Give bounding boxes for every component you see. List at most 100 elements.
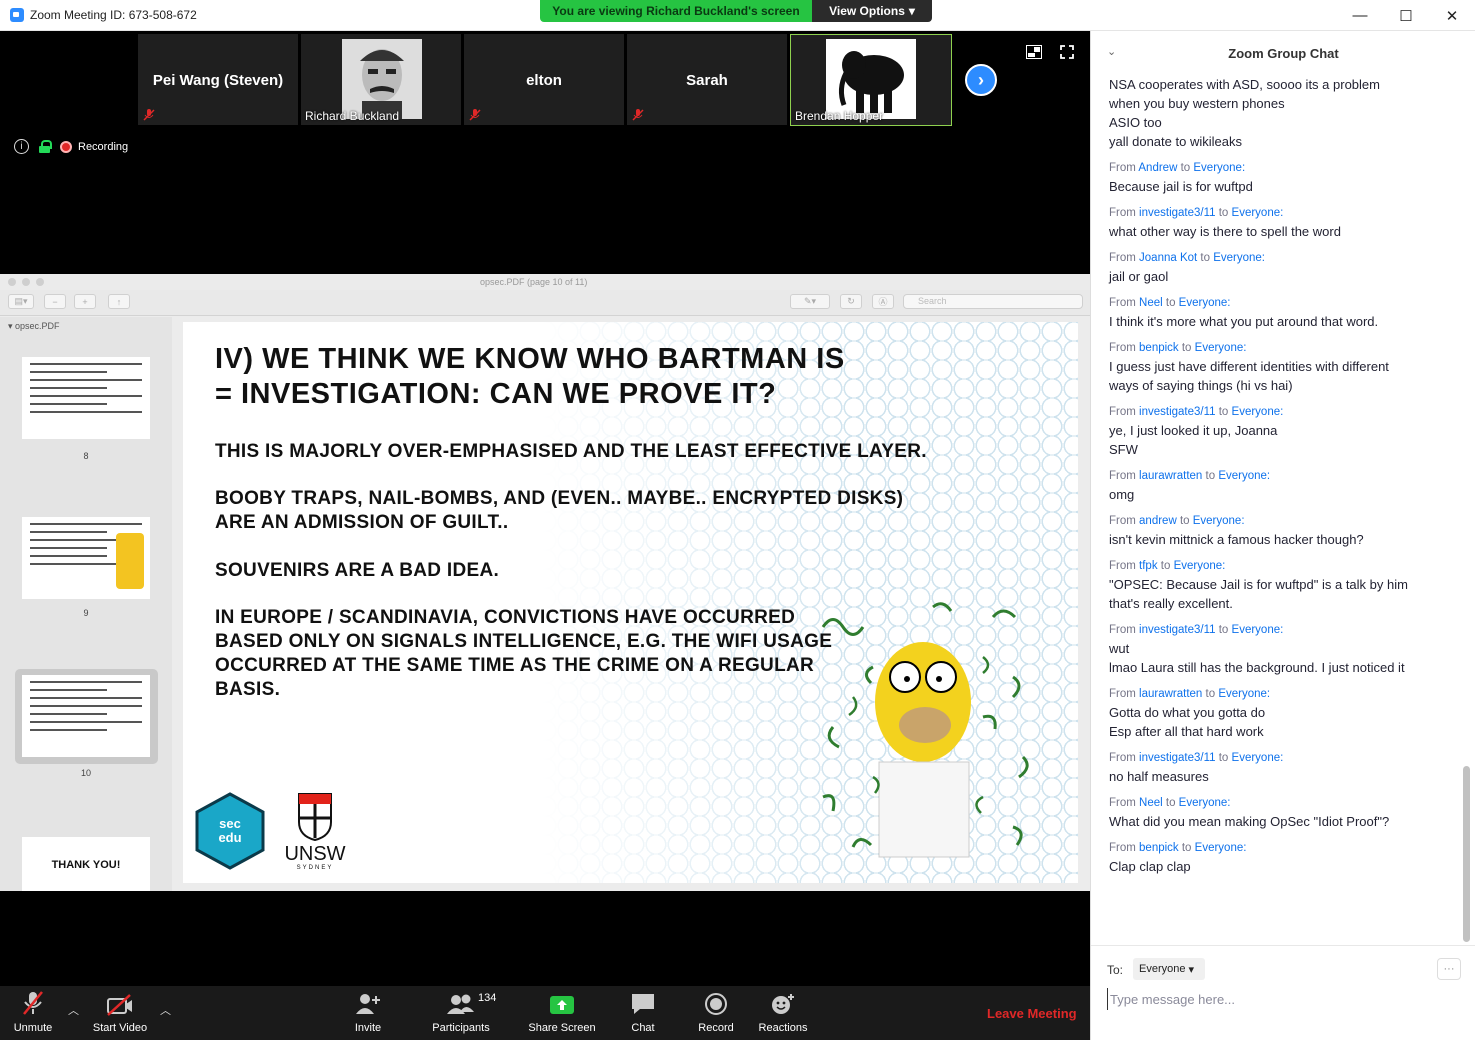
chat-sender[interactable]: laurawratten	[1139, 470, 1202, 482]
to-word: to	[1176, 515, 1193, 527]
chat-recipient[interactable]: Everyone:	[1232, 752, 1284, 764]
muted-mic-icon	[143, 109, 155, 121]
from-label: From	[1109, 752, 1140, 764]
page-thumbnail[interactable]	[22, 517, 150, 599]
lock-icon[interactable]	[39, 140, 52, 153]
svg-text:sec: sec	[219, 816, 241, 831]
view-options-button[interactable]: View Options ▾	[812, 0, 932, 22]
view-options-label: View Options	[829, 4, 905, 18]
more-options-icon[interactable]: ···	[1437, 958, 1461, 980]
share-screen-button[interactable]: Share Screen	[525, 986, 599, 1040]
chat-recipient[interactable]: Everyone:	[1195, 842, 1247, 854]
markup-icon[interactable]: ✎▾	[790, 294, 830, 309]
recipient-select[interactable]: Everyone ▾	[1133, 958, 1205, 980]
close-button[interactable]: ✕	[1429, 0, 1475, 31]
zoom-app-icon	[10, 8, 24, 22]
chat-sender[interactable]: benpick	[1139, 842, 1179, 854]
page-thumbnail[interactable]: THANK YOU!	[22, 837, 150, 891]
video-options-chevron-icon[interactable]: ︿	[160, 1002, 171, 1018]
chat-recipient[interactable]: Everyone:	[1193, 162, 1245, 174]
chat-message-input[interactable]	[1107, 988, 1457, 1010]
chat-message-line: yall donate to wikileaks	[1109, 134, 1242, 149]
chat-message-line: SFW	[1109, 442, 1138, 457]
from-label: From	[1109, 797, 1140, 809]
chat-message-header: From investigate3/11 to Everyone:	[1109, 406, 1449, 418]
speaker-view-icon[interactable]	[1026, 45, 1042, 59]
from-label: From	[1109, 688, 1140, 700]
chat-sender[interactable]: Neel	[1139, 297, 1163, 309]
leave-meeting-button[interactable]: Leave Meeting	[987, 1006, 1077, 1021]
chat-sender[interactable]: laurawratten	[1139, 688, 1202, 700]
svg-text:edu: edu	[218, 830, 241, 845]
chat-button[interactable]: Chat	[622, 986, 664, 1040]
chat-recipient[interactable]: Everyone:	[1193, 515, 1245, 527]
zoom-in-icon[interactable]: +	[74, 294, 96, 309]
chat-message-line: isn't kevin mittnick a famous hacker tho…	[1109, 532, 1364, 547]
chat-recipient[interactable]: Everyone:	[1232, 406, 1284, 418]
chat-sender[interactable]: benpick	[1139, 342, 1179, 354]
chat-message-line: I guess just have different identities w…	[1109, 359, 1389, 374]
chat-recipient[interactable]: Everyone:	[1195, 342, 1247, 354]
to-word: to	[1177, 162, 1194, 174]
recording-label: Recording	[78, 140, 129, 153]
chat-message-header: From Neel to Everyone:	[1109, 797, 1449, 809]
pdf-search-input[interactable]: Search	[903, 294, 1083, 309]
next-page-arrow-icon[interactable]: ›	[965, 64, 997, 96]
chat-sender[interactable]: Joanna Kot	[1139, 252, 1197, 264]
chat-recipient[interactable]: Everyone:	[1179, 297, 1231, 309]
from-label: From	[1109, 406, 1140, 418]
chat-message-header: From benpick to Everyone:	[1109, 842, 1449, 854]
chat-sender[interactable]: tfpk	[1139, 560, 1158, 572]
participant-tile[interactable]: Pei Wang (Steven)	[138, 34, 298, 125]
participant-tile[interactable]: Sarah	[627, 34, 787, 125]
chat-recipient[interactable]: Everyone:	[1232, 207, 1284, 219]
participant-name: Richard Buckland	[305, 109, 400, 123]
invite-button[interactable]: Invite	[343, 986, 393, 1040]
share-icon[interactable]: ↑	[108, 294, 130, 309]
chat-recipient[interactable]: Everyone:	[1218, 470, 1270, 482]
chat-message-header: From Joanna Kot to Everyone:	[1109, 252, 1449, 264]
chat-message: From laurawratten to Everyone: Gotta do w…	[1109, 688, 1449, 741]
svg-text:SYDNEY: SYDNEY	[297, 865, 334, 870]
chat-sender[interactable]: investigate3/11	[1139, 752, 1216, 764]
chat-message: From tfpk to Everyone: "OPSEC: Because Ja…	[1109, 560, 1449, 613]
chat-message-line: I think it's more what you put around th…	[1109, 314, 1379, 329]
to-word: to	[1178, 842, 1195, 854]
recording-icon	[60, 140, 72, 153]
chat-sender[interactable]: investigate3/11	[1139, 207, 1216, 219]
unmute-button[interactable]: Unmute	[8, 986, 58, 1040]
rotate-icon[interactable]: ↻	[840, 294, 862, 309]
participant-tile-active[interactable]: Brendan Hopper	[790, 34, 952, 126]
sidebar-file-label: opsec.PDF	[15, 321, 60, 331]
record-button[interactable]: Record	[694, 986, 738, 1040]
participant-tile[interactable]: Richard Buckland	[301, 34, 461, 125]
thumbnail-text: THANK YOU!	[51, 859, 121, 871]
chat-sender[interactable]: Andrew	[1138, 162, 1177, 174]
start-video-button[interactable]: Start Video	[88, 986, 152, 1040]
participant-tile[interactable]: elton	[464, 34, 624, 125]
reactions-button[interactable]: Reactions	[756, 986, 810, 1040]
chat-recipient[interactable]: Everyone:	[1179, 797, 1231, 809]
page-thumbnail[interactable]	[22, 357, 150, 439]
zoom-out-icon[interactable]: −	[44, 294, 66, 309]
chat-sender[interactable]: investigate3/11	[1139, 624, 1216, 636]
chat-recipient[interactable]: Everyone:	[1174, 560, 1226, 572]
page-thumbnail-selected[interactable]	[22, 675, 150, 757]
maximize-button[interactable]: ☐	[1383, 0, 1429, 31]
chat-sender[interactable]: investigate3/11	[1139, 406, 1216, 418]
fullscreen-icon[interactable]	[1060, 45, 1074, 59]
sidebar-toggle-icon[interactable]: ▤▾	[8, 294, 34, 309]
chat-recipient[interactable]: Everyone:	[1218, 688, 1270, 700]
info-icon[interactable]: i	[14, 139, 29, 154]
video-area: Pei Wang (Steven) Richard Buckland elton…	[0, 31, 1090, 274]
annotate-icon[interactable]: Ⓐ	[872, 294, 894, 309]
chat-recipient[interactable]: Everyone:	[1232, 624, 1284, 636]
minimize-button[interactable]: —	[1337, 0, 1383, 31]
audio-options-chevron-icon[interactable]: ︿	[68, 1002, 79, 1018]
chat-scrollbar[interactable]	[1463, 766, 1470, 942]
chat-sender[interactable]: Neel	[1139, 797, 1163, 809]
slide-line: BOOBY TRAPS, NAIL-BOMBS, AND (EVEN.. MAY…	[215, 488, 904, 509]
chat-recipient[interactable]: Everyone:	[1213, 252, 1265, 264]
chat-message-line: jail or gaol	[1109, 269, 1169, 284]
chat-sender[interactable]: andrew	[1139, 515, 1177, 527]
